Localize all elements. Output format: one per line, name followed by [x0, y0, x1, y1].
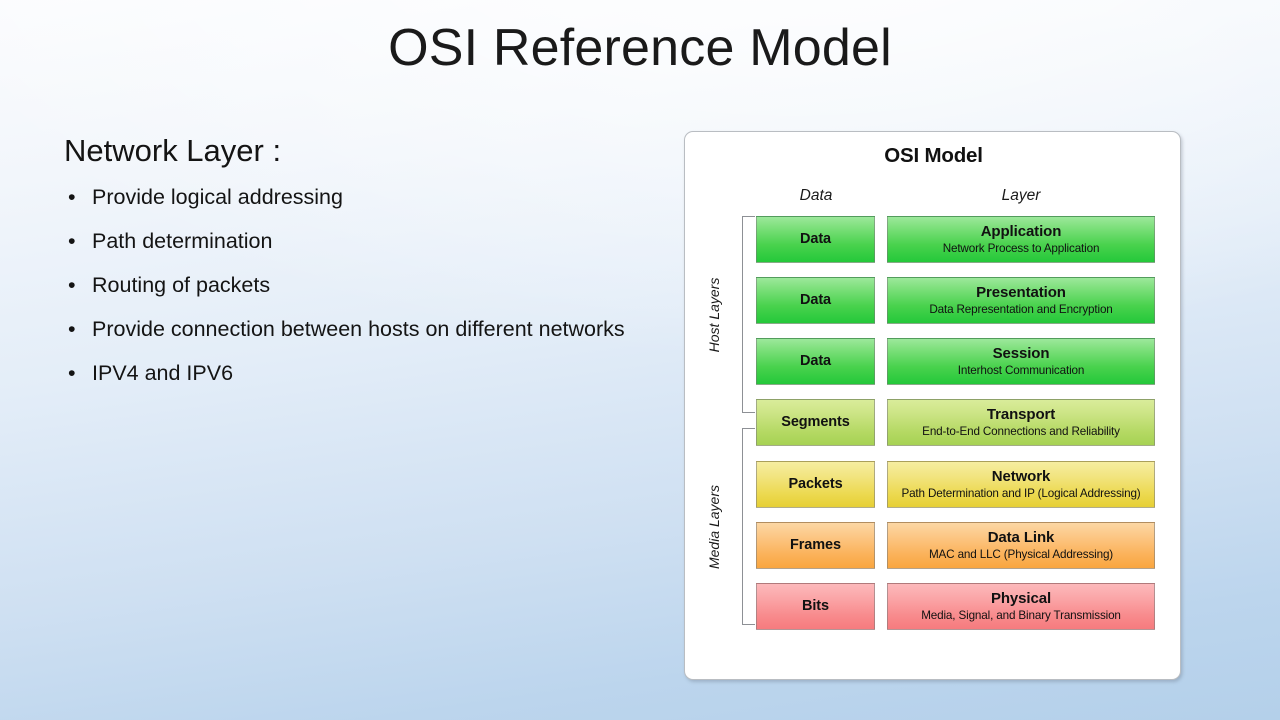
data-unit-bar: Data: [756, 216, 875, 263]
layer-bar: Network Path Determination and IP (Logic…: [887, 461, 1155, 508]
layer-bar: Transport End-to-End Connections and Rel…: [887, 399, 1155, 446]
data-unit-bar: Frames: [756, 522, 875, 569]
layer-name: Session: [992, 344, 1050, 362]
data-unit-bar: Bits: [756, 583, 875, 630]
left-content-panel: Network Layer : • Provide logical addres…: [64, 132, 644, 404]
layer-name: Physical: [990, 589, 1052, 607]
layer-description: Network Process to Application: [942, 242, 1100, 256]
bullet-list: • Provide logical addressing • Path dete…: [64, 183, 644, 388]
bullet-dot-icon: •: [68, 361, 76, 386]
list-item-label: Routing of packets: [92, 273, 271, 298]
list-item: • Provide connection between hosts on di…: [64, 315, 644, 343]
layer-name: Presentation: [976, 283, 1066, 301]
section-heading: Network Layer :: [64, 133, 282, 168]
list-item: • Path determination: [64, 227, 644, 255]
osi-row-physical: Bits Physical Media, Signal, and Binary …: [685, 583, 1182, 630]
data-unit-label: Frames: [790, 537, 841, 554]
layer-description: Path Determination and IP (Logical Addre…: [901, 487, 1141, 501]
list-item-label: Path determination: [92, 228, 273, 253]
layer-bar: Data Link MAC and LLC (Physical Addressi…: [887, 522, 1155, 569]
list-item-label: IPV4 and IPV6: [92, 361, 234, 386]
osi-row-network: Packets Network Path Determination and I…: [685, 461, 1182, 508]
data-unit-bar: Data: [756, 338, 875, 385]
data-unit-label: Data: [799, 292, 832, 309]
list-item-label: Provide connection between hosts on diff…: [92, 317, 625, 342]
osi-row-application: Data Application Network Process to Appl…: [685, 216, 1182, 263]
column-header-data: Data: [799, 187, 833, 204]
list-item: • IPV4 and IPV6: [64, 359, 644, 387]
bullet-dot-icon: •: [68, 228, 76, 253]
data-unit-label: Data: [799, 353, 832, 370]
layer-description: End-to-End Connections and Reliability: [922, 425, 1120, 439]
layer-description: Data Representation and Encryption: [929, 303, 1113, 317]
slide-canvas: OSI Reference Model Network Layer : • Pr…: [0, 0, 1280, 720]
page-title: OSI Reference Model: [388, 19, 892, 77]
layer-bar: Application Network Process to Applicati…: [887, 216, 1155, 263]
osi-row-session: Data Session Interhost Communication: [685, 338, 1182, 385]
osi-diagram-title: OSI Model: [884, 144, 983, 167]
bullet-dot-icon: •: [68, 317, 76, 342]
osi-row-data-link: Frames Data Link MAC and LLC (Physical A…: [685, 522, 1182, 569]
list-item: • Routing of packets: [64, 271, 644, 299]
osi-model-diagram-card: OSI Model Data Layer Host Layers Media L…: [684, 131, 1181, 680]
layer-bar: Physical Media, Signal, and Binary Trans…: [887, 583, 1155, 630]
data-unit-bar: Packets: [756, 461, 875, 508]
layer-name: Transport: [986, 405, 1056, 423]
data-unit-label: Segments: [781, 414, 850, 431]
data-unit-bar: Segments: [756, 399, 875, 446]
bullet-dot-icon: •: [68, 184, 76, 209]
layer-description: MAC and LLC (Physical Addressing): [928, 548, 1114, 562]
layer-bar: Session Interhost Communication: [887, 338, 1155, 385]
list-item: • Provide logical addressing: [64, 183, 644, 211]
layer-description: Media, Signal, and Binary Transmission: [921, 609, 1121, 623]
layer-name: Data Link: [987, 528, 1055, 546]
bullet-dot-icon: •: [68, 273, 76, 298]
data-unit-label: Packets: [788, 476, 843, 493]
layer-name: Application: [980, 222, 1062, 240]
layer-name: Network: [991, 467, 1051, 485]
layer-bar: Presentation Data Representation and Enc…: [887, 277, 1155, 324]
data-unit-label: Bits: [802, 598, 829, 615]
osi-row-presentation: Data Presentation Data Representation an…: [685, 277, 1182, 324]
data-unit-bar: Data: [756, 277, 875, 324]
layer-description: Interhost Communication: [957, 364, 1085, 378]
list-item-label: Provide logical addressing: [92, 184, 343, 209]
osi-layer-rows: Data Application Network Process to Appl…: [685, 216, 1182, 630]
osi-row-transport: Segments Transport End-to-End Connection…: [685, 399, 1182, 446]
data-unit-label: Data: [799, 231, 832, 248]
column-header-layer: Layer: [1001, 187, 1041, 204]
